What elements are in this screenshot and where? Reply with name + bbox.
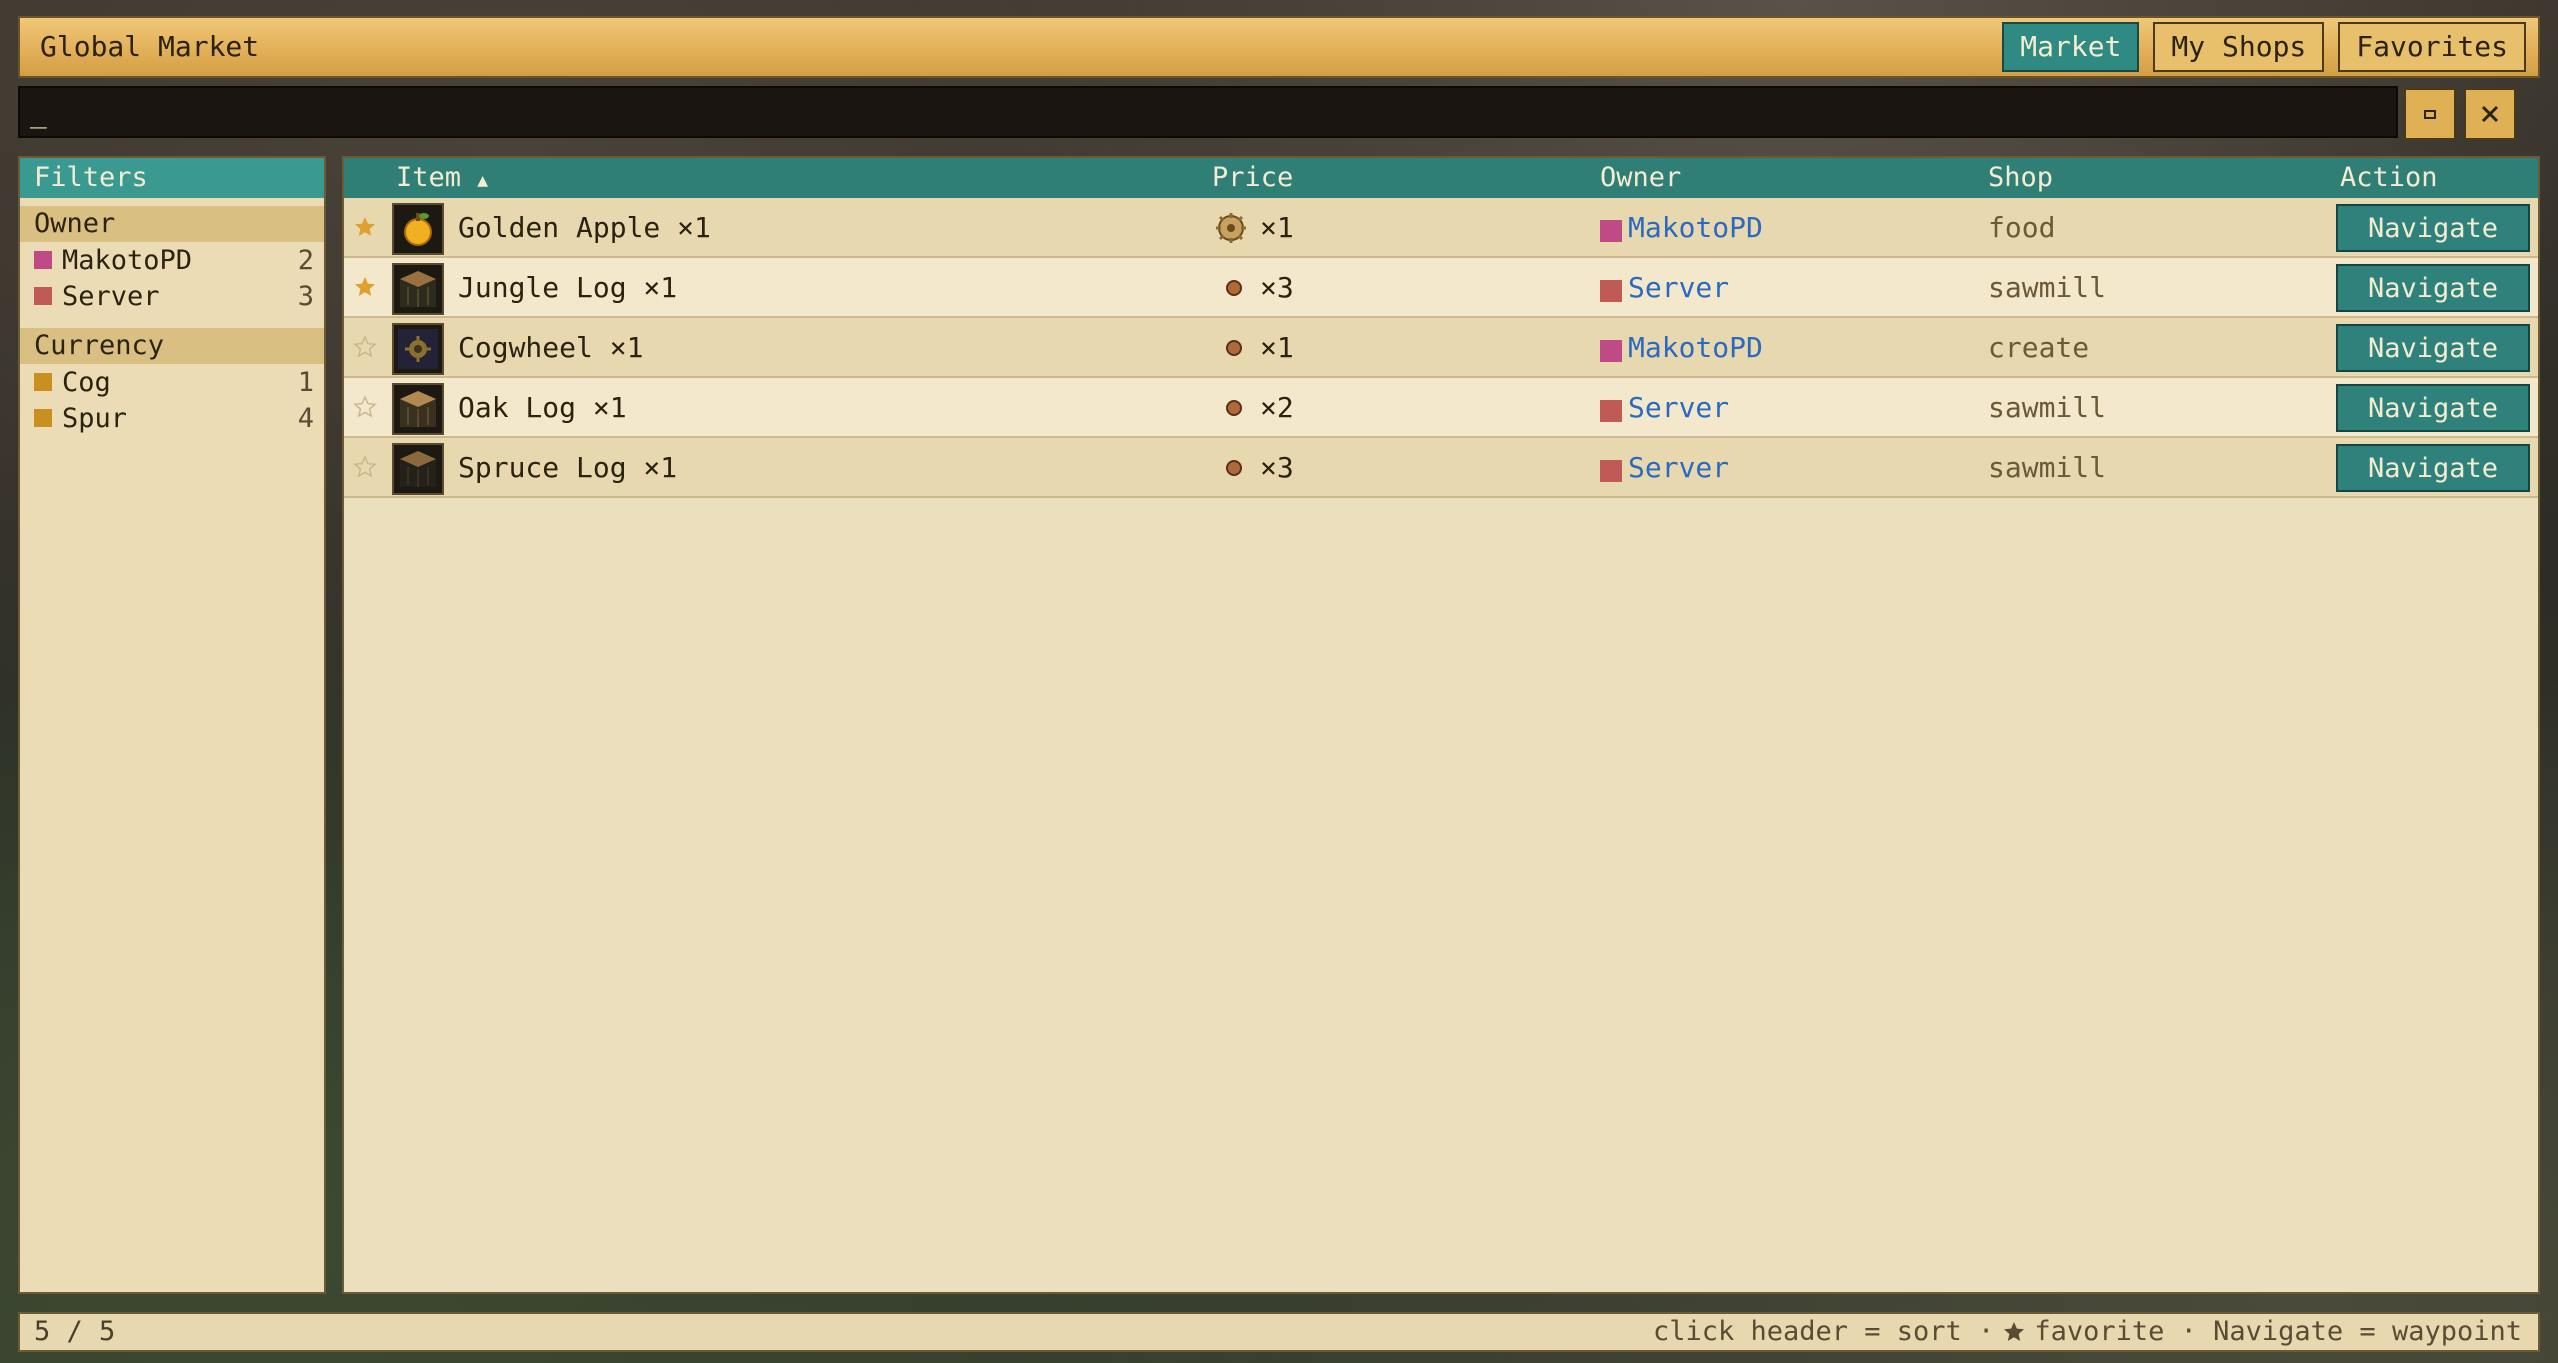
table-row: Golden Apple ×1 ×1 MakotoPD food Navigate [344,198,2538,258]
navigate-button[interactable]: Navigate [2336,384,2530,432]
star-filled-icon[interactable] [350,212,380,242]
item-name: Cogwheel ×1 [458,331,644,364]
color-swatch [34,373,52,391]
filter-label: Cog [62,366,111,398]
hint-sort: click header = sort · [1652,1316,1995,1347]
shop-name: food [1988,211,2056,244]
navigate-button[interactable]: Navigate [2336,264,2530,312]
header-shop[interactable]: Shop [1988,158,2053,198]
shop-name: sawmill [1988,391,2107,424]
table-header: Item ▲ Price Owner Shop Action [344,158,2538,198]
price-amount: ×3 [1260,451,1294,484]
refresh-icon [2424,110,2436,119]
spur-coin-icon [1224,378,1244,438]
filter-count: 2 [297,244,314,276]
owner-color-swatch [1600,400,1622,422]
star-outline-icon[interactable] [350,452,380,482]
sort-asc-icon: ▲ [477,170,489,191]
golden-apple-icon [392,203,444,255]
header-price[interactable]: Price [1212,158,1293,198]
price-amount: ×3 [1260,271,1294,304]
refresh-button[interactable] [2404,88,2456,140]
table-row: Oak Log ×1 ×2 Server sawmill Navigate [344,378,2538,438]
navigate-button[interactable]: Navigate [2336,324,2530,372]
price-amount: ×1 [1260,211,1294,244]
owner-link[interactable]: MakotoPD [1628,318,1763,378]
price-amount: ×1 [1260,331,1294,364]
cog-coin-icon [1214,198,1248,258]
cogwheel-icon [392,323,444,375]
star-filled-icon[interactable] [350,272,380,302]
status-hint: click header = sort · favorite · Navigat… [1653,1314,2522,1350]
oak-log-icon [392,383,444,435]
owner-link[interactable]: Server [1628,438,1729,498]
market-table: Item ▲ Price Owner Shop Action Golden Ap… [342,156,2540,1294]
search-bar [18,86,2398,138]
filters-sidebar: Filters Owner MakotoPD 2 Server 3 Curren… [18,156,326,1294]
item-name: Spruce Log ×1 [458,451,678,484]
item-name: Jungle Log ×1 [458,271,678,304]
owner-link[interactable]: MakotoPD [1628,198,1763,258]
search-input[interactable] [20,88,2396,136]
color-swatch [34,251,52,269]
filter-count: 4 [297,402,314,434]
header-item[interactable]: Item ▲ [396,158,488,201]
price-amount: ×2 [1260,391,1294,424]
star-icon [2004,1322,2025,1341]
owner-color-swatch [1600,460,1622,482]
filter-count: 1 [297,366,314,398]
filter-owner-makotopd[interactable]: MakotoPD 2 [20,242,324,278]
item-name: Oak Log ×1 [458,391,627,424]
owner-color-swatch [1600,220,1622,242]
shop-name: sawmill [1988,271,2107,304]
color-swatch [34,287,52,305]
table-row: Jungle Log ×1 ×3 Server sawmill Navigate [344,258,2538,318]
filter-label: MakotoPD [62,244,193,276]
close-icon [2481,105,2499,123]
table-row: Spruce Log ×1 ×3 Server sawmill Navigate [344,438,2538,498]
navigate-button[interactable]: Navigate [2336,204,2530,252]
owner-link[interactable]: Server [1628,378,1729,438]
top-tabs: Market My Shops Favorites [2002,22,2526,72]
table-row: Cogwheel ×1 ×1 MakotoPD create Navigate [344,318,2538,378]
star-outline-icon[interactable] [350,392,380,422]
result-count: 5 / 5 [34,1316,116,1347]
window-title: Global Market [40,30,260,63]
item-name: Golden Apple ×1 [458,211,711,244]
color-swatch [34,409,52,427]
shop-name: create [1988,331,2090,364]
navigate-button[interactable]: Navigate [2336,444,2530,492]
filter-currency-cog[interactable]: Cog 1 [20,364,324,400]
spur-coin-icon [1224,438,1244,498]
filter-group-currency: Currency [20,328,324,364]
spur-coin-icon [1224,318,1244,378]
tab-favorites[interactable]: Favorites [2338,22,2526,72]
header-action: Action [2340,162,2438,193]
owner-color-swatch [1600,340,1622,362]
tab-my-shops[interactable]: My Shops [2153,22,2325,72]
filter-count: 3 [297,280,314,312]
hint-favorite: favorite · Navigate = waypoint [2034,1316,2522,1347]
filter-owner-server[interactable]: Server 3 [20,278,324,314]
close-button[interactable] [2464,88,2516,140]
spur-coin-icon [1224,258,1244,318]
filter-label: Server [62,280,160,312]
shop-name: sawmill [1988,451,2107,484]
jungle-log-icon [392,263,444,315]
filter-group-owner: Owner [20,206,324,242]
owner-color-swatch [1600,280,1622,302]
header-owner[interactable]: Owner [1600,158,1681,198]
star-outline-icon[interactable] [350,332,380,362]
filter-currency-spur[interactable]: Spur 4 [20,400,324,436]
tab-market[interactable]: Market [2002,22,2140,72]
status-bar: 5 / 5 click header = sort · favorite · N… [18,1312,2540,1352]
title-bar: Global Market Market My Shops Favorites [18,16,2540,78]
filter-label: Spur [62,402,128,434]
filters-title: Filters [20,158,324,198]
spruce-log-icon [392,443,444,495]
owner-link[interactable]: Server [1628,258,1729,318]
